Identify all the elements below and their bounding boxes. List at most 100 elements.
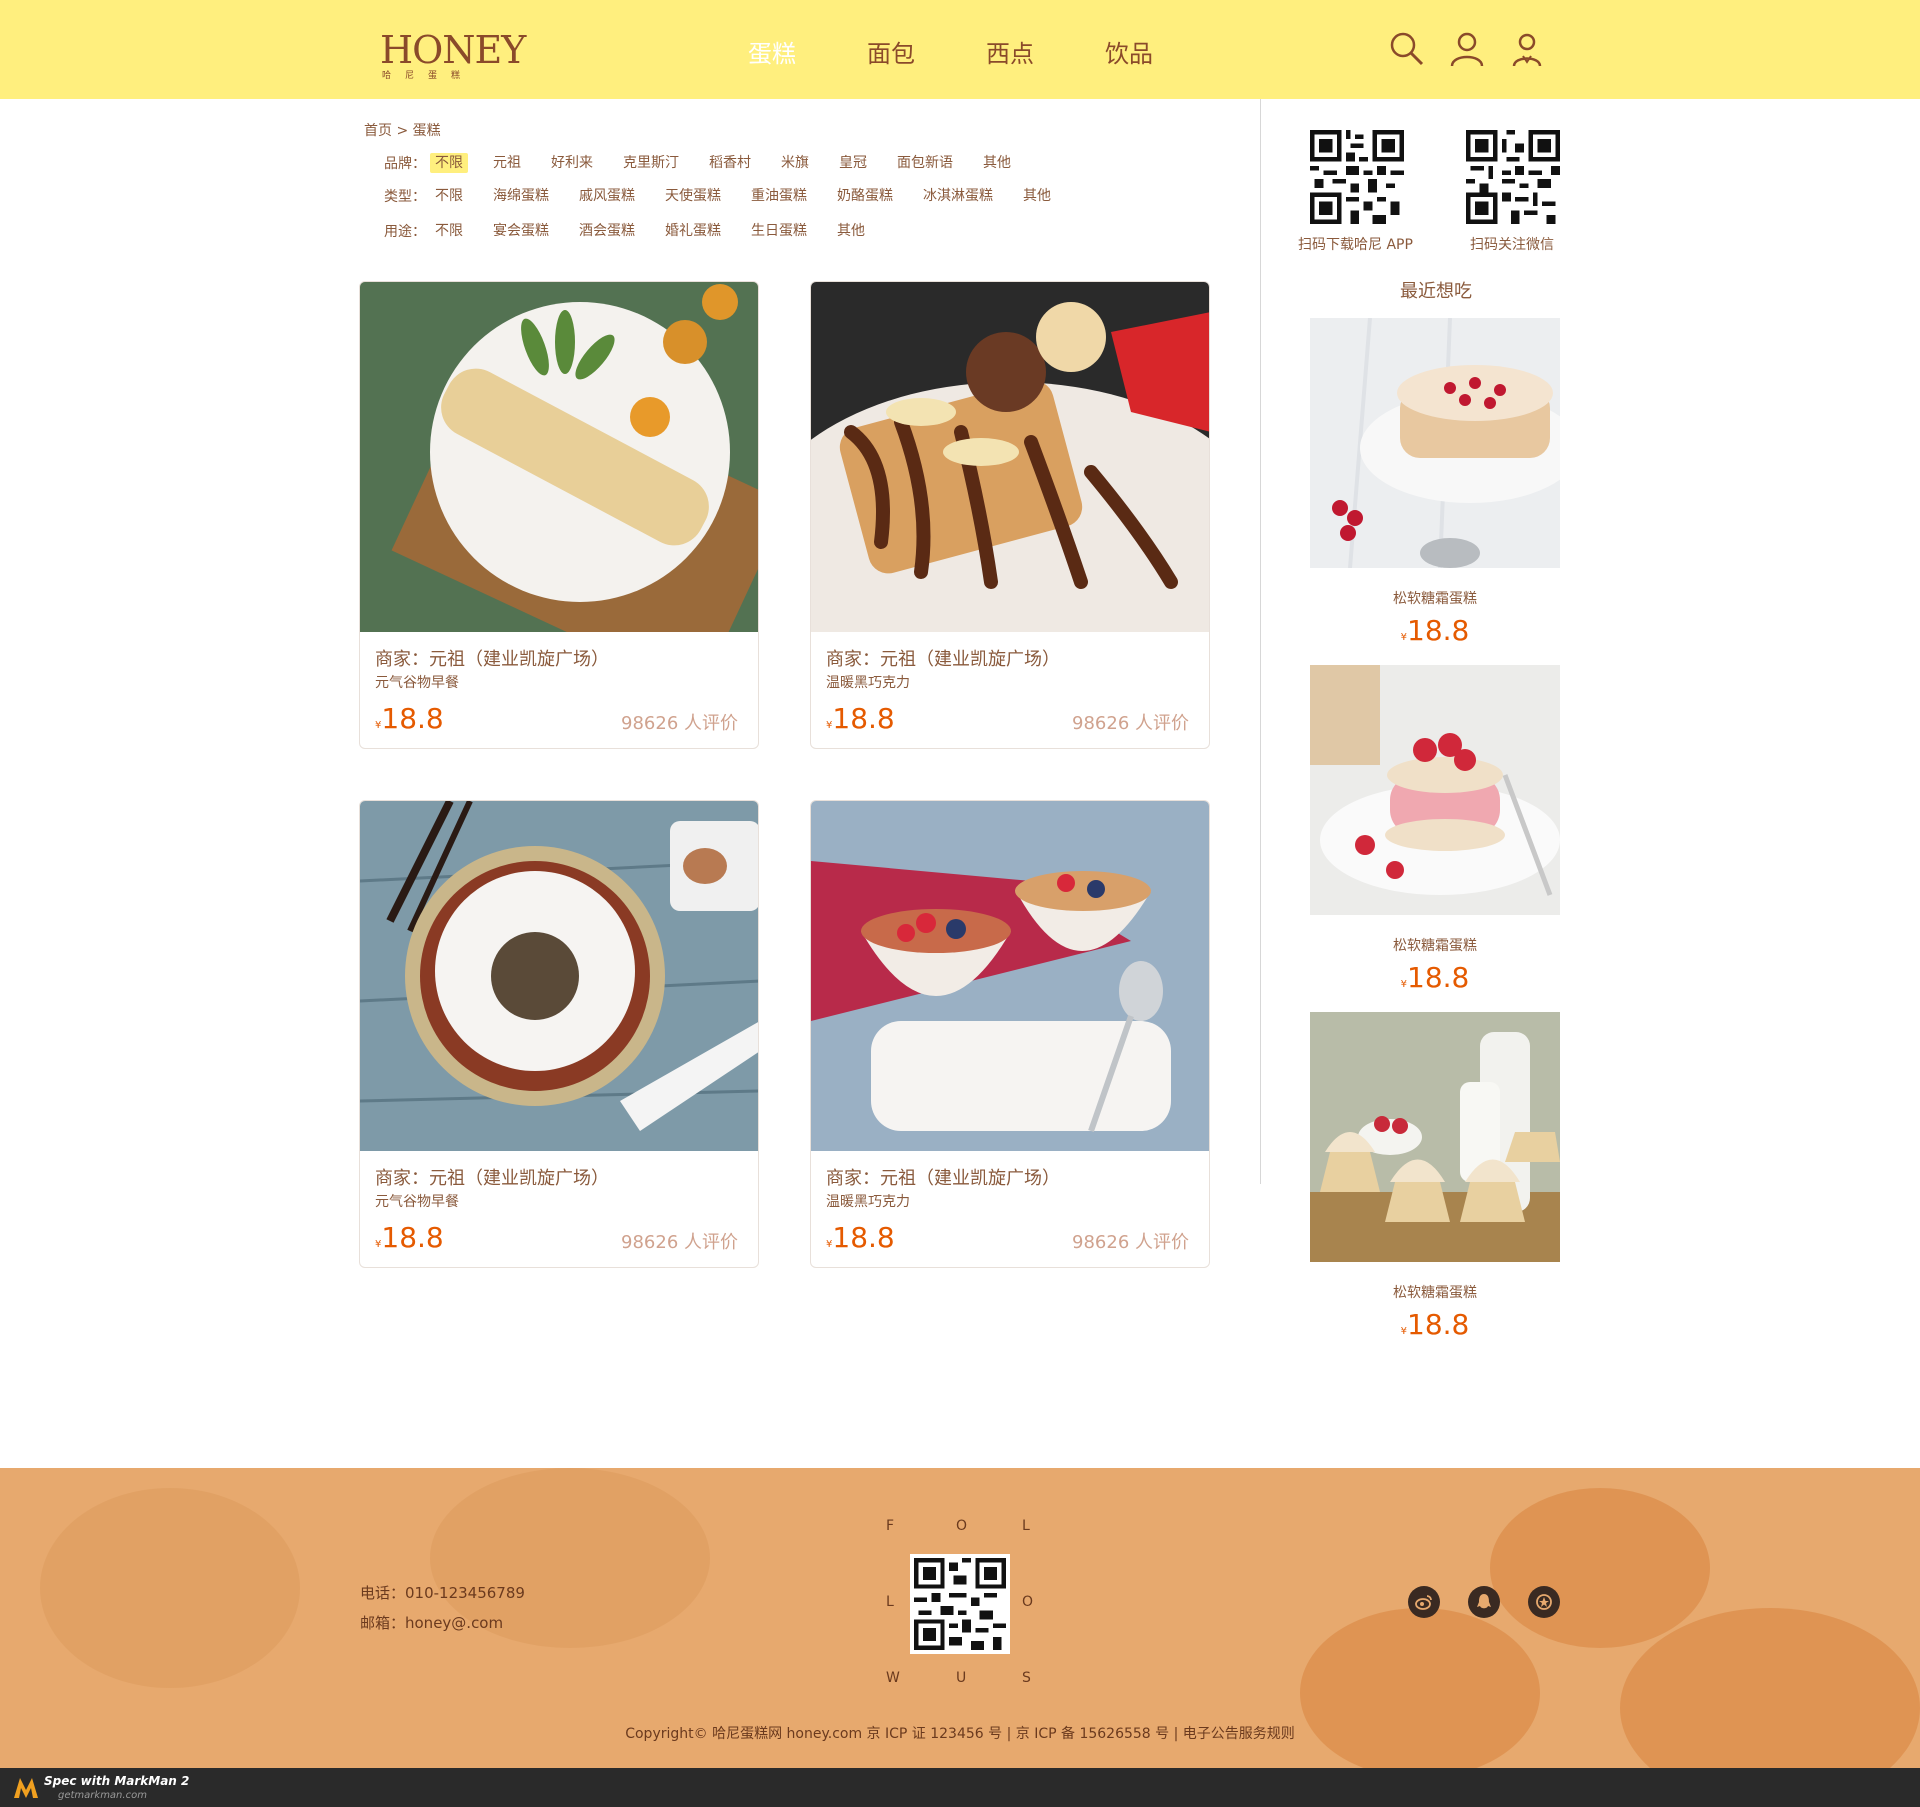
- footer-phone: 电话：010-123456789: [360, 1584, 525, 1602]
- product-desc: 温暖黑巧克力: [826, 675, 910, 691]
- filter-option[interactable]: 克里斯汀: [618, 153, 684, 173]
- product-card[interactable]: 商家：元祖（建业凯旋广场） 温暖黑巧克力 ¥18.8 98626 人评价: [810, 800, 1210, 1268]
- wechat-qr-code: [1466, 130, 1560, 224]
- price-value: 18.8: [381, 1221, 444, 1254]
- breadcrumb[interactable]: 首页 > 蛋糕: [364, 120, 441, 140]
- header-icons: [1388, 30, 1546, 68]
- filter-option[interactable]: 面包新语: [892, 153, 958, 173]
- footer-email[interactable]: 邮箱：honey@.com: [360, 1608, 525, 1638]
- favorite-icon[interactable]: [1528, 1586, 1560, 1618]
- filter-option[interactable]: 好利来: [546, 153, 598, 173]
- filter-option[interactable]: 婚礼蛋糕: [660, 221, 726, 241]
- recent-item[interactable]: 松软糖霜蛋糕 ¥18.8: [1310, 665, 1560, 994]
- product-image[interactable]: [811, 801, 1209, 1151]
- filter-option[interactable]: 不限: [430, 186, 468, 206]
- recent-title: 最近想吃: [1400, 281, 1472, 302]
- filter-option[interactable]: 不限: [430, 221, 468, 241]
- filter-option[interactable]: 重油蛋糕: [746, 186, 812, 206]
- price-value: 18.8: [832, 1221, 895, 1254]
- product-shop[interactable]: 商家：元祖（建业凯旋广场）: [826, 1164, 1060, 1190]
- product-price: ¥18.8: [826, 1221, 895, 1254]
- logo-subtitle: 哈尼蛋糕: [382, 71, 475, 81]
- price-value: 18.8: [1407, 614, 1470, 647]
- user-icon[interactable]: [1448, 30, 1486, 68]
- filter-option[interactable]: 酒会蛋糕: [574, 221, 640, 241]
- footer-bg-shape: [1300, 1608, 1540, 1768]
- search-icon[interactable]: [1388, 30, 1426, 68]
- recent-item-price: ¥18.8: [1310, 961, 1560, 994]
- nav-item-bread[interactable]: 面包: [867, 34, 986, 69]
- product-image[interactable]: [811, 282, 1209, 632]
- product-card[interactable]: 商家：元祖（建业凯旋广场） 元气谷物早餐 ¥18.8 98626 人评价: [359, 800, 759, 1268]
- filter-option[interactable]: 其他: [1018, 186, 1056, 206]
- follow-letter: L: [886, 1594, 894, 1610]
- filter-option[interactable]: 其他: [832, 221, 870, 241]
- filter-option[interactable]: 宴会蛋糕: [488, 221, 554, 241]
- follow-letter: S: [1022, 1670, 1031, 1686]
- product-price: ¥18.8: [826, 702, 895, 735]
- product-reviews[interactable]: 98626 人评价: [621, 709, 738, 735]
- product-shop[interactable]: 商家：元祖（建业凯旋广场）: [826, 645, 1060, 671]
- recent-item-price: ¥18.8: [1310, 1308, 1560, 1341]
- column-divider: [1260, 99, 1261, 1184]
- filter-option[interactable]: 天使蛋糕: [660, 186, 726, 206]
- filter-option[interactable]: 皇冠: [834, 153, 872, 173]
- product-card[interactable]: 商家：元祖（建业凯旋广场） 元气谷物早餐 ¥18.8 98626 人评价: [359, 281, 759, 749]
- price-value: 18.8: [1407, 1308, 1470, 1341]
- product-desc: 元气谷物早餐: [375, 675, 459, 691]
- product-desc: 元气谷物早餐: [375, 1194, 459, 1210]
- follow-letter: O: [956, 1518, 968, 1534]
- filter-option[interactable]: 米旗: [776, 153, 814, 173]
- recent-item-name[interactable]: 松软糖霜蛋糕: [1310, 588, 1560, 608]
- recent-item[interactable]: 松软糖霜蛋糕 ¥18.8: [1310, 318, 1560, 647]
- product-image[interactable]: [360, 801, 758, 1151]
- footer-bg-shape: [1490, 1488, 1710, 1648]
- page: HONEY 哈尼蛋糕 蛋糕 面包 西点 饮品 首页 > 蛋糕 品牌： 不限 元祖…: [0, 0, 1920, 1807]
- copyright: Copyright© 哈尼蛋糕网 honey.com 京 ICP 证 12345…: [625, 1726, 1295, 1742]
- price-value: 18.8: [381, 702, 444, 735]
- footer: 电话：010-123456789 邮箱：honey@.com F O L L O…: [0, 1468, 1920, 1768]
- product-shop[interactable]: 商家：元祖（建业凯旋广场）: [375, 1164, 609, 1190]
- filter-option[interactable]: 生日蛋糕: [746, 221, 812, 241]
- qq-icon[interactable]: [1468, 1586, 1500, 1618]
- nav-item-cake[interactable]: 蛋糕: [748, 34, 867, 69]
- filter-option[interactable]: 元祖: [488, 153, 526, 173]
- product-reviews[interactable]: 98626 人评价: [621, 1228, 738, 1254]
- filter-option[interactable]: 奶酪蛋糕: [832, 186, 898, 206]
- filter-option[interactable]: 其他: [978, 153, 1016, 173]
- product-reviews[interactable]: 98626 人评价: [1072, 709, 1189, 735]
- filter-option[interactable]: 戚风蛋糕: [574, 186, 640, 206]
- follow-us: F O L L O W U S: [880, 1518, 1040, 1686]
- filter-label: 用途：: [384, 224, 426, 240]
- logo[interactable]: HONEY 哈尼蛋糕: [380, 28, 526, 81]
- markman-title: Spec with MarkMan 2: [44, 1774, 190, 1788]
- recent-item-image[interactable]: [1310, 665, 1560, 915]
- recent-item-image[interactable]: [1310, 1012, 1560, 1262]
- markman-url[interactable]: getmarkman.com: [58, 1790, 147, 1801]
- nav-item-drinks[interactable]: 饮品: [1105, 34, 1224, 69]
- product-image[interactable]: [360, 282, 758, 632]
- filter-option[interactable]: 冰淇淋蛋糕: [918, 186, 998, 206]
- markman-bar: Spec with MarkMan 2 getmarkman.com: [0, 1768, 1920, 1807]
- weibo-icon[interactable]: [1408, 1586, 1440, 1618]
- recent-item-image[interactable]: [1310, 318, 1560, 568]
- filter-option[interactable]: 不限: [430, 153, 468, 173]
- recent-item-name[interactable]: 松软糖霜蛋糕: [1310, 935, 1560, 955]
- product-shop[interactable]: 商家：元祖（建业凯旋广场）: [375, 645, 609, 671]
- account-icon[interactable]: [1508, 30, 1546, 68]
- markman-logo-icon: [14, 1778, 38, 1798]
- product-card[interactable]: 商家：元祖（建业凯旋广场） 温暖黑巧克力 ¥18.8 98626 人评价: [810, 281, 1210, 749]
- filter-option[interactable]: 海绵蛋糕: [488, 186, 554, 206]
- product-desc: 温暖黑巧克力: [826, 1194, 910, 1210]
- follow-letter: O: [1022, 1594, 1034, 1610]
- nav-item-pastry[interactable]: 西点: [986, 34, 1105, 69]
- recent-item-name[interactable]: 松软糖霜蛋糕: [1310, 1282, 1560, 1302]
- filter-label: 品牌：: [384, 156, 426, 172]
- logo-wordmark: HONEY: [380, 28, 526, 72]
- product-reviews[interactable]: 98626 人评价: [1072, 1228, 1189, 1254]
- recent-item[interactable]: 松软糖霜蛋糕 ¥18.8: [1310, 1012, 1560, 1341]
- filter-option[interactable]: 稻香村: [704, 153, 756, 173]
- header-bar: HONEY 哈尼蛋糕 蛋糕 面包 西点 饮品: [0, 0, 1920, 99]
- main-nav: 蛋糕 面包 西点 饮品: [748, 34, 1224, 69]
- filter-row-type: 类型： 不限 海绵蛋糕 戚风蛋糕 天使蛋糕 重油蛋糕 奶酪蛋糕 冰淇淋蛋糕 其他: [384, 186, 1076, 206]
